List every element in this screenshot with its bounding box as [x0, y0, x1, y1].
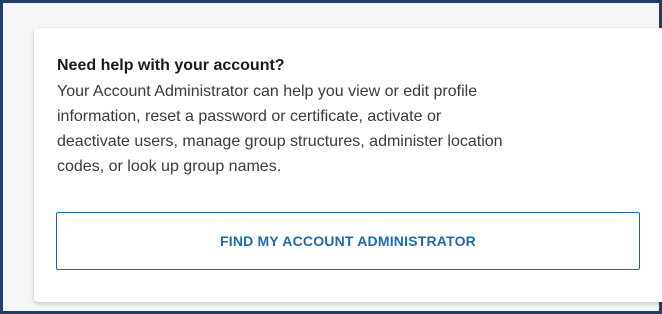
page-frame: Need help with your account? Your Accoun…	[0, 0, 662, 314]
help-card-title: Need help with your account?	[57, 57, 285, 74]
help-card-description: Your Account Administrator can help you …	[57, 79, 647, 179]
account-help-card: Need help with your account? Your Accoun…	[34, 28, 662, 302]
description-line: deactivate users, manage group structure…	[57, 133, 503, 150]
description-line: Your Account Administrator can help you …	[57, 83, 478, 100]
description-line: information, reset a password or certifi…	[57, 108, 442, 125]
description-line: codes, or look up group names.	[57, 158, 282, 175]
find-account-administrator-button[interactable]: FIND MY ACCOUNT ADMINISTRATOR	[56, 212, 640, 270]
